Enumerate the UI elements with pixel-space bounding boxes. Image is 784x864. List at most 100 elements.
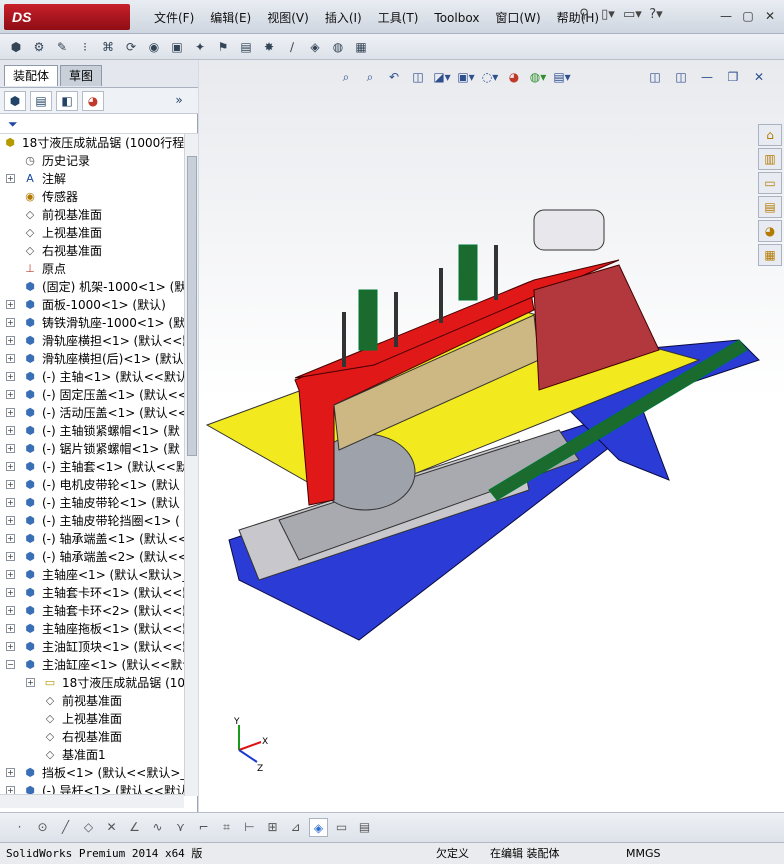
view-palette-icon[interactable]: ▤ (758, 196, 782, 218)
tree-item[interactable]: + ⬢ (-) 固定压盖<1> (默认<< (0, 386, 184, 404)
expand-icon[interactable]: + (6, 372, 15, 381)
tree-item[interactable]: + ⬢ 滑轨座横担(后)<1> (默认 (0, 350, 184, 368)
expand-icon[interactable]: + (6, 642, 15, 651)
menu-tools[interactable]: 工具(T) (370, 9, 427, 27)
tree-item[interactable]: ⬢ (固定) 机架-1000<1> (默 (0, 278, 184, 296)
tree-item[interactable]: + ⬢ 主轴套卡环<2> (默认<<默 (0, 602, 184, 620)
appearances-icon[interactable]: ◕ (758, 220, 782, 242)
menu-toolbox[interactable]: Toolbox (426, 9, 487, 27)
file-explorer-icon[interactable]: ▭ (758, 172, 782, 194)
sketch-icon[interactable]: ▦ (351, 37, 371, 57)
offset-icon[interactable]: ∿ (148, 818, 167, 837)
explode-line-icon[interactable]: ∕ (282, 37, 302, 57)
instant3d-icon[interactable]: ◈ (305, 37, 325, 57)
tree-item[interactable]: ◇ 前视基准面 (0, 206, 184, 224)
tree-item[interactable]: ◇ 前视基准面 (0, 692, 184, 710)
tree-item[interactable]: + ⬢ (-) 锯片锁紧螺帽<1> (默 (0, 440, 184, 458)
exploded-view-icon[interactable]: ✸ (259, 37, 279, 57)
close-button[interactable]: ✕ (762, 8, 778, 24)
tree-item[interactable]: + ⬢ 滑轨座横担<1> (默认<<默 (0, 332, 184, 350)
grid-icon[interactable]: ⊞ (263, 818, 282, 837)
expand-icon[interactable]: + (6, 552, 15, 561)
dimension-icon[interactable]: ⊢ (240, 818, 259, 837)
expand-icon[interactable]: + (6, 462, 15, 471)
tree-item[interactable]: + ⬢ (-) 主轴皮带轮<1> (默认 (0, 494, 184, 512)
tree-item[interactable]: + ⬢ (-) 轴承端盖<1> (默认<< (0, 530, 184, 548)
help-icon[interactable]: ?▾ (647, 6, 665, 24)
expand-icon[interactable]: + (6, 174, 15, 183)
tree-item[interactable]: + ⬢ (-) 主轴锁紧螺帽<1> (默 (0, 422, 184, 440)
expand-icon[interactable]: + (6, 498, 15, 507)
assembly-features-icon[interactable]: ▣ (167, 37, 187, 57)
reference-geometry-icon[interactable]: ✦ (190, 37, 210, 57)
expand-icon[interactable]: + (6, 444, 15, 453)
expand-icon[interactable]: + (6, 336, 15, 345)
scroll-thumb[interactable] (187, 156, 197, 456)
home-icon[interactable]: ⌂ (758, 124, 782, 146)
expand-icon[interactable]: + (6, 408, 15, 417)
feature-tree-icon[interactable]: ⬢ (4, 91, 26, 111)
filter-icon[interactable]: ⏷ (8, 117, 18, 131)
tree-item[interactable]: + ⬢ (-) 活动压盖<1> (默认<< (0, 404, 184, 422)
expand-icon[interactable]: + (6, 786, 15, 794)
tree-item[interactable]: + ⬢ (-) 导杆<1> (默认<<默认 (0, 782, 184, 794)
status-units[interactable]: MMGS (626, 846, 661, 862)
expand-icon[interactable]: + (6, 768, 15, 777)
tab-assembly[interactable]: 装配体 (4, 65, 59, 86)
menu-insert[interactable]: 插入(I) (317, 9, 370, 27)
expand-icon[interactable]: + (6, 390, 15, 399)
expand-icon[interactable]: + (6, 354, 15, 363)
expand-icon[interactable]: + (6, 480, 15, 489)
smart-fasteners-icon[interactable]: ⌘ (98, 37, 118, 57)
configuration-manager-icon[interactable]: ◧ (56, 91, 78, 111)
expand-icon[interactable]: + (6, 516, 15, 525)
tree-item[interactable]: ◇ 右视基准面 (0, 242, 184, 260)
tree-item[interactable]: ◇ 上视基准面 (0, 224, 184, 242)
isometric-view-icon[interactable]: ◈ (309, 818, 328, 837)
tab-sketch[interactable]: 草图 (60, 65, 103, 86)
line-icon[interactable]: ╱ (56, 818, 75, 837)
expand-icon[interactable]: + (6, 534, 15, 543)
angle-icon[interactable]: ∠ (125, 818, 144, 837)
collapse-icon[interactable]: − (6, 660, 15, 669)
corner-icon[interactable]: ⌐ (194, 818, 213, 837)
minimize-button[interactable]: — (718, 8, 734, 24)
tree-item[interactable]: ◉ 传感器 (0, 188, 184, 206)
pushpin-icon[interactable]: ⚲ (575, 6, 593, 24)
tree-root[interactable]: ⬢ 18寸液压成就品锯 (1000行程 (0, 134, 184, 152)
open-icon[interactable]: ▭▾ (623, 6, 642, 24)
extend-icon[interactable]: ⋎ (171, 818, 190, 837)
two-view-icon[interactable]: ▤ (355, 818, 374, 837)
insert-component-icon[interactable]: ⬢ (6, 37, 26, 57)
filter-row[interactable]: ⏷ (0, 114, 198, 134)
tree-item[interactable]: + ⬢ 铸铁滑轨座-1000<1> (默认 (0, 314, 184, 332)
expand-icon[interactable]: + (6, 300, 15, 309)
tree-item[interactable]: ⊥ 原点 (0, 260, 184, 278)
menu-file[interactable]: 文件(F) (146, 9, 202, 27)
expand-icon[interactable]: + (26, 678, 35, 687)
tree-item[interactable]: + ⬢ (-) 轴承端盖<2> (默认<< (0, 548, 184, 566)
polygon-icon[interactable]: ◇ (79, 818, 98, 837)
expand-icon[interactable]: + (6, 606, 15, 615)
trim-icon[interactable]: ✕ (102, 818, 121, 837)
rect-icon[interactable]: ⌗ (217, 818, 236, 837)
relation-icon[interactable]: ⊿ (286, 818, 305, 837)
tree-vertical-scrollbar[interactable] (184, 134, 198, 796)
menu-view[interactable]: 视图(V) (259, 9, 317, 27)
expand-icon[interactable]: + (6, 588, 15, 597)
tree-item[interactable]: + ⬢ (-) 电机皮带轮<1> (默认 (0, 476, 184, 494)
tree-item[interactable]: + ⬢ 主油缸顶块<1> (默认<<默 (0, 638, 184, 656)
expand-icon[interactable]: + (6, 426, 15, 435)
circle-icon[interactable]: ⊙ (33, 818, 52, 837)
design-library-icon[interactable]: ▥ (758, 148, 782, 170)
menu-window[interactable]: 窗口(W) (487, 9, 548, 27)
single-view-icon[interactable]: ▭ (332, 818, 351, 837)
custom-properties-icon[interactable]: ▦ (758, 244, 782, 266)
show-hidden-icon[interactable]: ◉ (144, 37, 164, 57)
tree-item[interactable]: ◷ 历史记录 (0, 152, 184, 170)
paperclip-icon[interactable]: ✎ (52, 37, 72, 57)
maximize-button[interactable]: ▢ (740, 8, 756, 24)
linear-pattern-icon[interactable]: ⁝ (75, 37, 95, 57)
new-motion-study-icon[interactable]: ⚑ (213, 37, 233, 57)
tree-item[interactable]: + ⬢ (-) 主轴皮带轮挡圈<1> ( (0, 512, 184, 530)
